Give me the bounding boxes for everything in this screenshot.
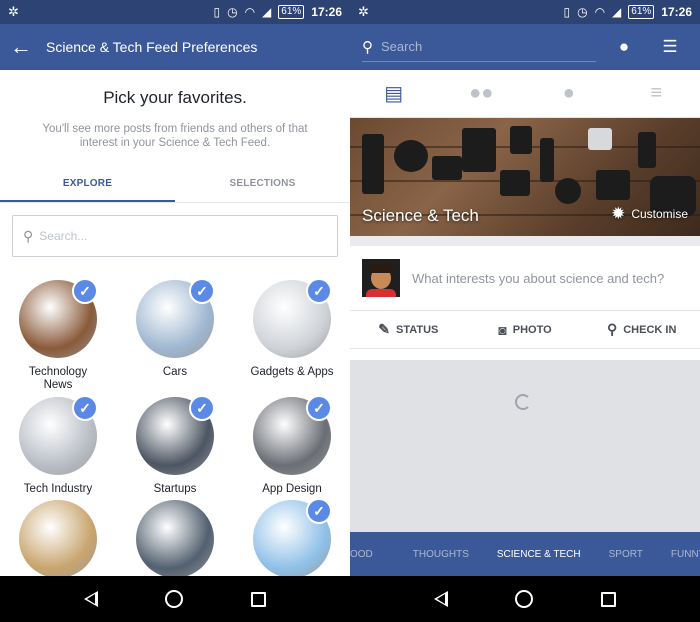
search-placeholder: Search... (39, 229, 88, 243)
nav-back-icon[interactable] (433, 591, 448, 607)
topic-tab-thoughts[interactable]: THOUGHTS (399, 549, 483, 560)
cover-title: Science & Tech (362, 206, 479, 225)
cover-photo: Science & Tech ✹ Customise (350, 118, 700, 236)
signal-icon: ◢ (262, 5, 272, 19)
signal-icon: ◢ (612, 5, 622, 19)
topic-tab-food[interactable]: OOD (350, 549, 399, 560)
search-icon: ⚲ (23, 227, 34, 244)
composer-prompt: What interests you about science and tec… (412, 270, 665, 286)
topic-card[interactable] (0, 500, 116, 576)
topic-tab-funny[interactable]: FUNNY (657, 549, 700, 560)
nav-home-icon[interactable] (515, 590, 534, 608)
checkmark-icon: ✓ (189, 278, 215, 304)
wifi-icon: ◠ (594, 5, 606, 19)
status-label: STATUS (396, 323, 439, 336)
news-feed-icon[interactable]: ▤ (350, 81, 438, 106)
feed-loading-area (350, 360, 700, 532)
nav-back-icon[interactable] (83, 591, 98, 607)
wifi-icon: ◠ (244, 5, 256, 19)
avatar (362, 259, 400, 297)
customise-button[interactable]: ✹ Customise (611, 204, 688, 224)
topic-card[interactable]: ✓ Tech Industry (0, 395, 116, 496)
science-tech-feed-screen: ✲ ▯ ◷ ◠ ◢ 61% 17:26 ⚲ Search ● ☰ ▤ ●● ● … (350, 0, 700, 576)
topic-label: App Design (262, 483, 322, 495)
checkmark-icon: ✓ (72, 395, 98, 421)
photo-label: PHOTO (512, 323, 552, 336)
checkmark-icon: ✓ (306, 498, 332, 524)
search-icon: ⚲ (362, 38, 373, 56)
topic-bar: OOD THOUGHTS SCIENCE & TECH SPORT FUNNY (350, 532, 700, 576)
topic-image (136, 500, 214, 576)
app-header: ← Science & Tech Feed Preferences (0, 24, 350, 70)
notification-icon: ✲ (8, 4, 19, 19)
checkmark-icon: ✓ (306, 278, 332, 304)
vibrate-icon: ▯ (213, 5, 221, 19)
search-input[interactable]: ⚲ Search (362, 32, 596, 62)
search-input[interactable]: ⚲ Search... (12, 215, 338, 257)
topic-card[interactable]: ✓ Technology News (0, 278, 116, 392)
battery-level: 61% (278, 5, 305, 19)
page-title: Science & Tech Feed Preferences (46, 39, 258, 55)
tab-explore[interactable]: EXPLORE (0, 168, 175, 202)
topic-card[interactable]: ✓ App Design (234, 395, 350, 496)
pick-title: Pick your favorites. (103, 88, 247, 107)
tab-bar: EXPLORE SELECTIONS (0, 168, 350, 203)
checkmark-icon: ✓ (189, 395, 215, 421)
topic-tab-science-tech[interactable]: SCIENCE & TECH (483, 549, 595, 560)
pick-subtitle: You'll see more posts from friends and o… (42, 123, 308, 149)
photo-button[interactable]: ◙ PHOTO (467, 322, 584, 338)
feed-preferences-screen: ✲ ▯ ◷ ◠ ◢ 61% 17:26 ← Science & Tech Fee… (0, 0, 350, 576)
search-placeholder: Search (381, 39, 423, 54)
status-bar: ✲ ▯ ◷ ◠ ◢ 61% 17:26 (350, 0, 700, 24)
friends-icon[interactable]: ●● (438, 82, 526, 105)
messenger-icon[interactable]: ● (606, 37, 642, 57)
pencil-icon: ✎ (378, 321, 391, 337)
alarm-icon: ◷ (577, 5, 588, 19)
main-nav: ▤ ●● ● ≡ (350, 70, 700, 118)
composer[interactable]: What interests you about science and tec… (350, 236, 700, 311)
topic-label: Cars (162, 366, 188, 378)
checkmark-icon: ✓ (306, 395, 332, 421)
globe-icon[interactable]: ● (525, 82, 613, 105)
app-header: ⚲ Search ● ☰ (350, 24, 700, 70)
menu-icon[interactable]: ≡ (613, 82, 700, 105)
back-arrow-icon[interactable]: ← (10, 24, 46, 70)
check-in-label: CHECK IN (623, 323, 677, 336)
nav-home-icon[interactable] (165, 590, 184, 608)
topic-label: Gadgets & Apps (250, 366, 334, 378)
vibrate-icon: ▯ (563, 5, 571, 19)
gear-icon: ✹ (611, 204, 626, 223)
status-bar: ✲ ▯ ◷ ◠ ◢ 61% 17:26 (0, 0, 350, 24)
topic-label: Tech Industry (23, 483, 93, 495)
topic-card[interactable] (117, 500, 233, 576)
composer-actions: ✎ STATUS ◙ PHOTO ⚲ CHECK IN (350, 311, 700, 349)
alarm-icon: ◷ (227, 5, 238, 19)
checkmark-icon: ✓ (72, 278, 98, 304)
topic-label: Startups (153, 483, 197, 495)
clock: 17:26 (661, 5, 692, 19)
topic-card[interactable]: ✓ Startups (117, 395, 233, 496)
status-button[interactable]: ✎ STATUS (350, 321, 467, 338)
battery-level: 61% (628, 5, 655, 19)
topic-image (19, 500, 97, 576)
topic-card[interactable]: ✓ (234, 498, 350, 576)
notification-icon: ✲ (358, 4, 369, 19)
android-nav-bar (0, 576, 700, 622)
check-in-button[interactable]: ⚲ CHECK IN (583, 321, 700, 338)
camera-icon: ◙ (498, 321, 507, 338)
location-pin-icon: ⚲ (606, 321, 618, 337)
customise-label: Customise (631, 207, 688, 221)
friend-requests-icon[interactable]: ☰ (652, 37, 688, 57)
nav-recent-apps-icon[interactable] (251, 591, 267, 607)
topic-label: Technology News (28, 366, 88, 391)
topic-card[interactable]: ✓ Gadgets & Apps (234, 278, 350, 379)
loading-spinner-icon (515, 394, 531, 410)
tab-selections[interactable]: SELECTIONS (175, 168, 350, 202)
nav-recent-apps-icon[interactable] (601, 591, 617, 607)
clock: 17:26 (311, 5, 342, 19)
topic-card[interactable]: ✓ Cars (117, 278, 233, 379)
topic-tab-sport[interactable]: SPORT (595, 549, 657, 560)
